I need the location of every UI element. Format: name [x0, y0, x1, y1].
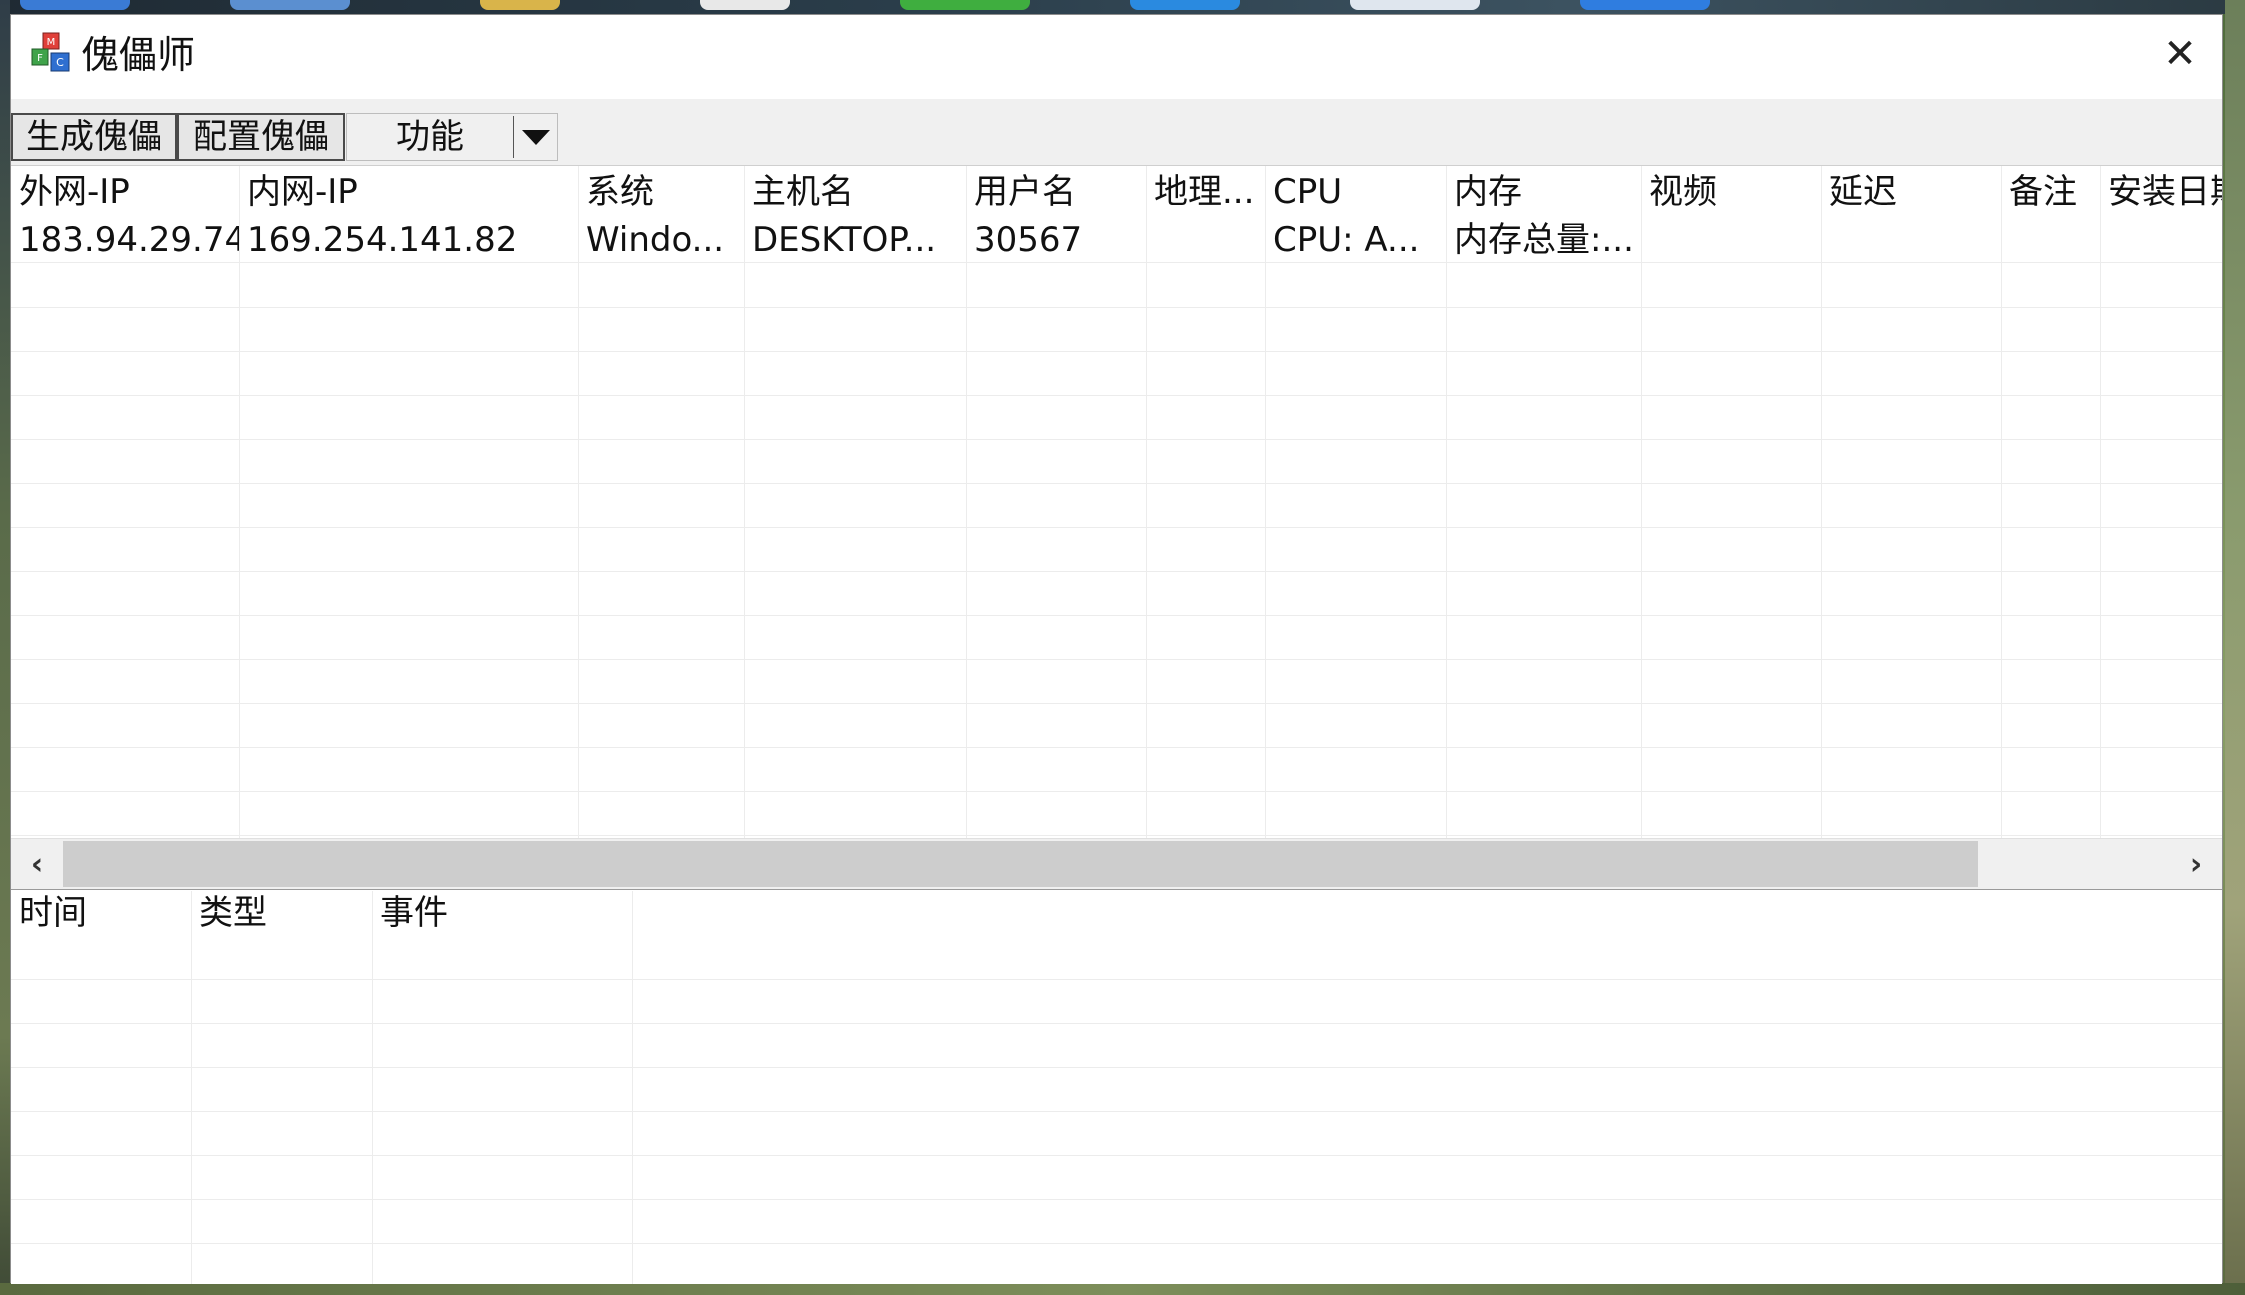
cell-hostname: DESKTOP... — [752, 220, 937, 260]
function-dropdown[interactable]: 功能 — [346, 113, 558, 161]
empty-row — [11, 483, 2222, 528]
empty-row — [11, 1155, 2222, 1200]
cell-external-ip: 183.94.29.74 — [19, 220, 239, 260]
generate-puppet-button[interactable]: 生成傀儡 — [11, 113, 177, 161]
column-header-external-ip[interactable]: 外网-IP — [11, 170, 239, 214]
empty-row — [11, 659, 2222, 704]
scroll-right-button[interactable]: › — [2170, 839, 2222, 889]
svg-text:F: F — [37, 53, 43, 64]
events-table[interactable]: 时间 类型 事件 — [11, 891, 2222, 1284]
desktop-background-bottom — [0, 1283, 2245, 1295]
column-header-cpu[interactable]: CPU — [1265, 170, 1446, 214]
column-header-type[interactable]: 类型 — [191, 891, 372, 935]
table-header-row: 外网-IP 内网-IP 系统 主机名 用户名 地理... CPU 内存 视频 延… — [11, 170, 2222, 214]
desktop-taskbar-item — [700, 0, 790, 10]
empty-row — [11, 1067, 2222, 1112]
cell-internal-ip: 169.254.141.82 — [247, 220, 518, 260]
empty-row — [11, 747, 2222, 792]
cell-memory: 内存总量:... — [1454, 220, 1634, 260]
chevron-down-icon — [522, 129, 550, 145]
desktop-taskbar-item — [900, 0, 1030, 10]
empty-row — [11, 395, 2222, 440]
function-dropdown-arrow[interactable] — [514, 114, 558, 160]
empty-row — [11, 1023, 2222, 1068]
app-window: M F C 傀儡师 ✕ 生成傀儡 配置傀儡 功能 外网-IP 内网-IP 系统 … — [10, 14, 2223, 1284]
cell-latency — [1821, 218, 2001, 262]
column-header-time[interactable]: 时间 — [11, 891, 191, 935]
desktop-taskbar-strip — [0, 0, 2245, 14]
column-header-install-date[interactable]: 安装日期 — [2100, 170, 2222, 214]
empty-row — [11, 1199, 2222, 1244]
cell-install-date — [2100, 218, 2222, 262]
column-header-note[interactable]: 备注 — [2001, 170, 2100, 214]
empty-row — [11, 263, 2222, 308]
empty-row — [11, 615, 2222, 660]
table-row[interactable]: 183.94.29.74 169.254.141.82 Windo... DES… — [11, 218, 2222, 263]
column-header-video[interactable]: 视频 — [1641, 170, 1821, 214]
empty-row — [11, 979, 2222, 1024]
column-header-username[interactable]: 用户名 — [966, 170, 1146, 214]
clients-table[interactable]: 外网-IP 内网-IP 系统 主机名 用户名 地理... CPU 内存 视频 延… — [11, 166, 2222, 838]
cell-cpu: CPU: A... — [1273, 220, 1420, 260]
scrollbar-thumb[interactable] — [63, 841, 1978, 887]
empty-row — [11, 571, 2222, 616]
close-button[interactable]: ✕ — [2138, 15, 2222, 93]
window-title: 傀儡师 — [81, 33, 196, 77]
column-header-event[interactable]: 事件 — [372, 891, 632, 935]
mfc-app-icon: M F C — [31, 32, 70, 72]
desktop-taskbar-item — [1130, 0, 1240, 10]
column-header-location[interactable]: 地理... — [1146, 170, 1265, 214]
function-dropdown-label: 功能 — [396, 117, 464, 157]
desktop-taskbar-item — [20, 0, 130, 10]
desktop-taskbar-item — [480, 0, 560, 10]
empty-row — [11, 307, 2222, 352]
chevron-right-icon: › — [2189, 846, 2203, 882]
svg-text:M: M — [47, 37, 56, 48]
empty-row — [11, 1111, 2222, 1156]
empty-row — [11, 527, 2222, 572]
title-bar[interactable]: M F C 傀儡师 ✕ — [11, 15, 2222, 99]
cell-note — [2001, 218, 2100, 262]
empty-row — [11, 791, 2222, 836]
column-header-system[interactable]: 系统 — [578, 170, 744, 214]
cell-system: Windo... — [586, 220, 725, 260]
desktop-taskbar-item — [1580, 0, 1710, 10]
desktop-taskbar-item — [230, 0, 350, 10]
table-header-row: 时间 类型 事件 — [11, 891, 2222, 935]
empty-row — [11, 351, 2222, 396]
scroll-left-button[interactable]: ‹ — [11, 839, 63, 889]
empty-row — [11, 439, 2222, 484]
column-header-latency[interactable]: 延迟 — [1821, 170, 2001, 214]
cell-username: 30567 — [974, 220, 1083, 260]
horizontal-scrollbar[interactable]: ‹ › — [11, 838, 2222, 890]
desktop-background-left — [0, 0, 10, 1295]
cell-video — [1641, 218, 1821, 262]
empty-row — [11, 703, 2222, 748]
configure-puppet-button[interactable]: 配置傀儡 — [177, 113, 345, 161]
toolbar: 生成傀儡 配置傀儡 功能 — [11, 99, 2222, 166]
column-header-hostname[interactable]: 主机名 — [744, 170, 966, 214]
desktop-background-right — [2225, 0, 2245, 1295]
desktop-taskbar-item — [1350, 0, 1480, 10]
column-header-internal-ip[interactable]: 内网-IP — [239, 170, 578, 214]
close-icon: ✕ — [2163, 31, 2197, 77]
svg-text:C: C — [56, 56, 64, 69]
chevron-left-icon: ‹ — [30, 846, 44, 882]
column-header-memory[interactable]: 内存 — [1446, 170, 1641, 214]
empty-row — [11, 935, 2222, 980]
cell-location — [1146, 218, 1265, 262]
